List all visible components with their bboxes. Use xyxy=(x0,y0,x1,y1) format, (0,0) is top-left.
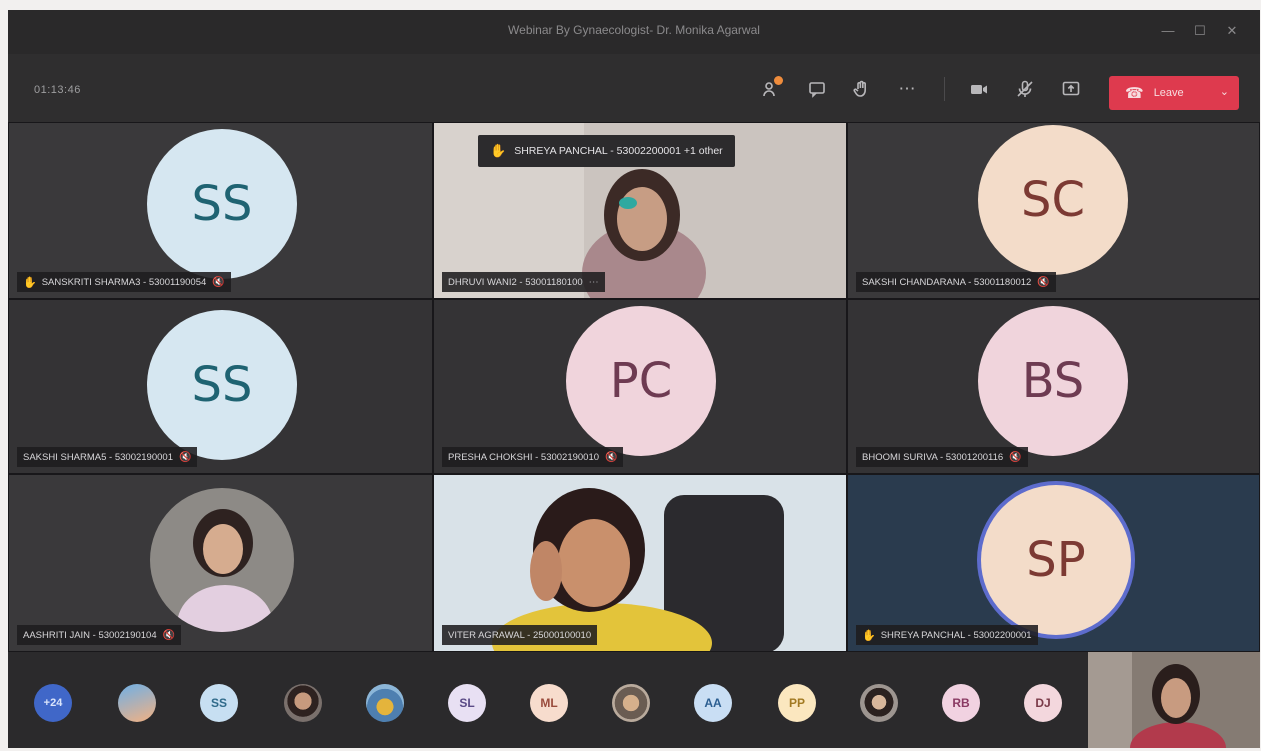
avatar: SS xyxy=(147,310,297,460)
maximize-icon[interactable]: ☐ xyxy=(1190,21,1210,41)
participant-name: SANSKRITI SHARMA3 - 53001190054 xyxy=(41,276,207,288)
participant-name: PRESHA CHOKSHI - 53002190010 xyxy=(448,451,600,463)
overflow-participants-button[interactable]: +24 xyxy=(34,684,72,722)
participant-avatar[interactable]: RB xyxy=(942,684,980,722)
self-view-video[interactable] xyxy=(1088,652,1260,748)
raised-hand-icon: ✋ xyxy=(862,629,876,642)
participant-roster: +24 SS SL ML AA PP RB DJ xyxy=(8,652,1260,748)
leave-button[interactable]: ☎ Leave ⌄ xyxy=(1109,76,1239,110)
mic-off-icon: 🔇 xyxy=(212,276,225,288)
share-screen-button[interactable] xyxy=(1056,74,1086,104)
more-dots-icon: ⋯ xyxy=(898,79,916,98)
mic-off-icon: 🔇 xyxy=(1009,451,1022,463)
raise-hand-button[interactable] xyxy=(846,74,876,104)
mic-off-icon xyxy=(1017,80,1033,97)
hand-icon xyxy=(853,80,866,97)
participant-avatar[interactable]: AA xyxy=(694,684,732,722)
participant-name-label: BHOOMI SURIVA - 53001200116 🔇 xyxy=(856,447,1028,467)
mic-off-icon: 🔇 xyxy=(178,451,192,463)
chat-button[interactable] xyxy=(802,74,832,104)
share-screen-icon xyxy=(1062,81,1080,96)
self-view-image xyxy=(1088,652,1260,748)
participant-video-tile[interactable]: ✋ SHREYA PANCHAL - 53002200001 +1 other … xyxy=(433,122,847,299)
teams-meeting-window: Webinar By Gynaecologist- Dr. Monika Aga… xyxy=(8,10,1260,748)
participant-avatar[interactable] xyxy=(860,684,898,722)
toolbar-divider xyxy=(944,77,945,101)
participant-name-label: ✋ SHREYA PANCHAL - 53002200001 xyxy=(856,625,1038,645)
meeting-toolbar: 01:13:46 ⋯ ☎ Leave ⌄ xyxy=(8,54,1260,122)
participant-avatar[interactable] xyxy=(284,684,322,722)
avatar: BS xyxy=(978,306,1128,456)
close-icon[interactable]: ✕ xyxy=(1222,21,1242,41)
camera-icon xyxy=(971,85,987,94)
participant-avatar[interactable]: PP xyxy=(778,684,816,722)
avatar: SC xyxy=(978,125,1128,275)
participant-name-label: SAKSHI CHANDARANA - 53001180012 🔇 xyxy=(856,272,1056,292)
participant-tile[interactable]: SS SAKSHI SHARMA5 - 53002190001 🔇 xyxy=(8,299,433,474)
camera-button[interactable] xyxy=(964,74,994,104)
chat-icon xyxy=(809,82,825,98)
participant-avatar[interactable] xyxy=(118,684,156,722)
participant-name: SHREYA PANCHAL - 53002200001 xyxy=(880,629,1032,641)
participant-name: BHOOMI SURIVA - 53001200116 xyxy=(862,451,1004,463)
window-title: Webinar By Gynaecologist- Dr. Monika Aga… xyxy=(508,23,760,37)
notification-dot xyxy=(774,76,783,85)
participant-name-label: PRESHA CHOKSHI - 53002190010 🔇 xyxy=(442,447,624,467)
participant-avatar[interactable]: ML xyxy=(530,684,568,722)
raised-hand-icon: ✋ xyxy=(490,143,507,158)
participant-name-label: VITER AGRAWAL - 25000100010 xyxy=(442,625,598,645)
participant-name: SAKSHI CHANDARANA - 53001180012 xyxy=(862,276,1032,288)
avatar xyxy=(150,488,294,632)
participant-tile[interactable]: SC SAKSHI CHANDARANA - 53001180012 🔇 xyxy=(847,122,1260,299)
participant-name: DHRUVI WANI2 - 53001180100 xyxy=(448,276,583,288)
participant-tile[interactable]: PC PRESHA CHOKSHI - 53002190010 🔇 xyxy=(433,299,847,474)
leave-label: Leave xyxy=(1153,87,1184,99)
participant-tile[interactable]: AASHRITI JAIN - 53002190104 🔇 xyxy=(8,474,433,652)
avatar: SS xyxy=(147,129,297,279)
video-grid: SS ✋ SANSKRITI SHARMA3 - 53001190054 🔇 ✋… xyxy=(8,122,1260,652)
participant-name: VITER AGRAWAL - 25000100010 xyxy=(448,629,592,641)
participant-tile[interactable]: SS ✋ SANSKRITI SHARMA3 - 53001190054 🔇 xyxy=(8,122,433,299)
participant-name: SAKSHI SHARMA5 - 53002190001 xyxy=(23,451,173,463)
raised-hands-banner[interactable]: ✋ SHREYA PANCHAL - 53002200001 +1 other xyxy=(478,135,735,167)
participant-avatar[interactable]: SL xyxy=(448,684,486,722)
mic-off-icon: 🔇 xyxy=(1037,276,1050,288)
participant-tile-active-speaker[interactable]: SP ✋ SHREYA PANCHAL - 53002200001 xyxy=(847,474,1260,652)
participant-video-tile[interactable]: VITER AGRAWAL - 25000100010 xyxy=(433,474,847,652)
participant-name-label: DHRUVI WANI2 - 53001180100 ⋯ xyxy=(442,272,605,292)
participant-avatar[interactable]: DJ xyxy=(1024,684,1062,722)
avatar: PC xyxy=(566,306,716,456)
participant-name-label: SAKSHI SHARMA5 - 53002190001 🔇 xyxy=(17,447,198,467)
participant-name-label: AASHRITI JAIN - 53002190104 🔇 xyxy=(17,625,182,645)
participant-name-label: ✋ SANSKRITI SHARMA3 - 53001190054 🔇 xyxy=(17,272,231,292)
participants-button[interactable] xyxy=(756,74,786,104)
raised-hands-text: SHREYA PANCHAL - 53002200001 +1 other xyxy=(514,145,723,157)
chevron-down-icon[interactable]: ⌄ xyxy=(1220,85,1229,98)
avatar: SP xyxy=(981,485,1131,635)
mic-off-icon: 🔇 xyxy=(605,451,618,463)
mic-button[interactable] xyxy=(1010,74,1040,104)
mic-off-icon: 🔇 xyxy=(162,629,176,641)
participant-name: AASHRITI JAIN - 53002190104 xyxy=(23,629,157,641)
participant-avatar[interactable] xyxy=(612,684,650,722)
title-bar: Webinar By Gynaecologist- Dr. Monika Aga… xyxy=(8,10,1260,54)
participant-tile[interactable]: BS BHOOMI SURIVA - 53001200116 🔇 xyxy=(847,299,1260,474)
more-dots-icon[interactable]: ⋯ xyxy=(589,277,599,288)
participant-avatar[interactable] xyxy=(366,684,404,722)
more-options-button[interactable]: ⋯ xyxy=(892,74,922,104)
raised-hand-icon: ✋ xyxy=(23,276,37,289)
phone-hangup-icon: ☎ xyxy=(1125,85,1144,102)
minimize-icon[interactable]: — xyxy=(1158,21,1178,41)
meeting-timer: 01:13:46 xyxy=(34,84,81,96)
participant-avatar[interactable]: SS xyxy=(200,684,238,722)
